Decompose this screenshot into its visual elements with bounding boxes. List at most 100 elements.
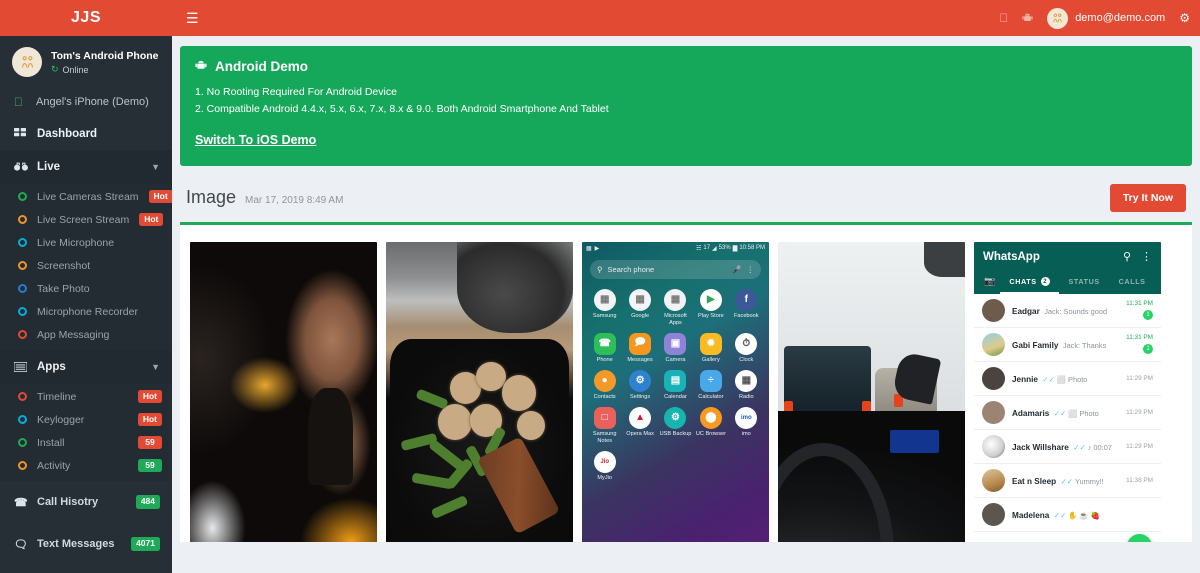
- tab-calls[interactable]: CALLS: [1109, 272, 1155, 294]
- android-app-messages[interactable]: 🗩 Messages: [624, 332, 657, 364]
- sidebar-item-apps[interactable]: Apps ▼: [0, 350, 172, 383]
- misc-indicator: 17: [703, 245, 711, 252]
- chat-time: 11:38 PM: [1126, 476, 1153, 484]
- sidebar-item-app-messaging[interactable]: App Messaging: [0, 323, 172, 346]
- sidebar-item-activity[interactable]: Activity 59: [0, 454, 172, 477]
- gears-icon[interactable]: ⚙: [1179, 11, 1190, 25]
- user-menu[interactable]: demo@demo.com: [1047, 7, 1165, 29]
- chat-preview: ✓✓ Yummy!!: [1060, 477, 1104, 487]
- sidebar-item-screenshot[interactable]: Screenshot: [0, 254, 172, 277]
- try-it-now-button[interactable]: Try It Now: [1109, 183, 1186, 212]
- sidebar-item-device-iphone[interactable]:  Angel's iPhone (Demo): [0, 88, 172, 117]
- app-label: MyJio: [597, 474, 612, 481]
- android-app-contacts[interactable]: ● Contacts: [588, 369, 621, 401]
- android-icon[interactable]: [1022, 12, 1033, 25]
- android-app-play-store[interactable]: ▶ Play Store: [694, 288, 727, 327]
- android-app-google[interactable]: ▦ Google: [624, 288, 657, 327]
- switch-to-ios-demo-link[interactable]: Switch To iOS Demo: [195, 133, 316, 147]
- samsung-icon: ▦: [593, 288, 616, 311]
- image-gallery-panel: ▦ ▶ ☵ 17 ◢ 53% ▇ 10:58 PM ⚲ Search phone…: [180, 221, 1192, 542]
- app-label: Opera Max: [626, 430, 654, 437]
- dashboard-grid-icon: [14, 127, 28, 140]
- android-app-microsoft[interactable]: ▦ Microsoft Apps: [659, 288, 692, 327]
- status-badge: 59: [138, 458, 162, 473]
- tab-chats[interactable]: CHATS 2: [1000, 272, 1060, 294]
- android-app-clock[interactable]: ⏱ Clock: [730, 332, 763, 364]
- android-app-calendar[interactable]: ▤ Calendar: [659, 369, 692, 401]
- android-app-opera-max[interactable]: ▲ Opera Max: [624, 406, 657, 445]
- chat-list-item[interactable]: Eat n Sleep ✓✓ Yummy!! 11:38 PM: [974, 464, 1161, 498]
- chat-list-item[interactable]: Adamaris ✓✓ ⬜ Photo 11:29 PM: [974, 396, 1161, 430]
- whatsapp-tabs: 📷 CHATS 2 STATUS CALLS: [974, 271, 1161, 294]
- status-ring-icon: [18, 392, 27, 401]
- sidebar-item-text-messages[interactable]: 🗨 Text Messages 4071: [0, 523, 172, 565]
- play-store-icon: ▶: [699, 288, 722, 311]
- android-app-facebook[interactable]: f Facebook: [730, 288, 763, 327]
- overflow-menu-icon[interactable]: ⋮: [1141, 250, 1152, 263]
- sidebar-item-label: Apps: [37, 360, 66, 373]
- android-demo-banner: Android Demo 1. No Rooting Required For …: [180, 46, 1192, 166]
- whatsapp-header: WhatsApp ⚲ ⋮: [974, 241, 1161, 272]
- clock-icon: ⏱: [735, 332, 758, 355]
- sidebar-item-location-history[interactable]: 📍 Location History 145: [0, 565, 172, 573]
- android-app-uc-browser[interactable]: ⬤ UC Browser: [694, 406, 727, 445]
- sidebar-item-dashboard[interactable]: Dashboard: [0, 117, 172, 150]
- android-app-samsung-notes[interactable]: □ Samsung Notes: [588, 406, 621, 445]
- app-label: Settings: [629, 393, 651, 400]
- android-app-myjio[interactable]: Jio MyJio: [588, 450, 621, 482]
- sidebar-item-live[interactable]: Live ▼: [0, 150, 172, 183]
- sidebar-profile[interactable]: Tom's Android Phone ↻ Online: [0, 36, 172, 88]
- apple-icon[interactable]: : [999, 12, 1008, 24]
- search-icon[interactable]: ⚲: [1123, 250, 1131, 263]
- sidebar-item-label: App Messaging: [37, 328, 110, 341]
- status-ring-icon: [18, 330, 27, 339]
- chat-list-item[interactable]: Jennie ✓✓ ⬜ Photo 11:29 PM: [974, 362, 1161, 396]
- sidebar-item-take-photo[interactable]: Take Photo: [0, 277, 172, 300]
- gallery-thumb-night-party[interactable]: [190, 241, 377, 542]
- overflow-menu-icon[interactable]: ⋮: [747, 265, 755, 274]
- chat-list-item[interactable]: Madelena ✓✓ ✋ ☕ 🍓: [974, 498, 1161, 532]
- sidebar-item-live-screen-stream[interactable]: Live Screen Stream Hot: [0, 208, 172, 231]
- gallery-icon: ✹: [699, 332, 722, 355]
- microphone-icon[interactable]: 🎤: [732, 265, 741, 274]
- hamburger-icon[interactable]: ☰: [182, 9, 203, 27]
- phone-icon: ☎: [14, 496, 28, 509]
- android-app-radio[interactable]: ▦ Radio: [730, 369, 763, 401]
- tab-camera[interactable]: 📷: [980, 272, 1000, 294]
- app-label: UC Browser: [695, 430, 726, 437]
- android-app-gallery[interactable]: ✹ Gallery: [694, 332, 727, 364]
- usb-backup-icon: ⚙: [664, 406, 687, 429]
- sidebar-item-keylogger[interactable]: Keylogger Hot: [0, 408, 172, 431]
- sidebar-item-live-microphone[interactable]: Live Microphone: [0, 231, 172, 254]
- chat-list-item[interactable]: Jack Willshare ✓✓ ♪ 00:07 11:29 PM: [974, 430, 1161, 464]
- gallery-thumb-android-home[interactable]: ▦ ▶ ☵ 17 ◢ 53% ▇ 10:58 PM ⚲ Search phone…: [582, 241, 769, 542]
- android-app-phone[interactable]: ☎ Phone: [588, 332, 621, 364]
- chat-name: Adamaris: [1012, 409, 1050, 419]
- status-badge: 59: [138, 435, 162, 450]
- android-app-calculator[interactable]: ÷ Calculator: [694, 369, 727, 401]
- gallery-thumb-whatsapp[interactable]: WhatsApp ⚲ ⋮ 📷 CHATS 2 STATUS CALLS Eadg…: [974, 241, 1161, 542]
- read-ticks-icon: ✓✓: [1042, 375, 1055, 385]
- sidebar-item-timeline[interactable]: Timeline Hot: [0, 385, 172, 408]
- chat-list-item[interactable]: Gabi Family Jack: Thanks 11:31 PM 1: [974, 328, 1161, 362]
- android-icon: [195, 59, 207, 74]
- brand-logo[interactable]: JJS: [0, 0, 172, 36]
- sidebar-item-microphone-recorder[interactable]: Microphone Recorder: [0, 300, 172, 323]
- chat-list-item[interactable]: Eadgar Jack: Sounds good 11:31 PM 1: [974, 294, 1161, 328]
- app-label: Gallery: [702, 356, 720, 363]
- tab-label: CHATS: [1009, 277, 1037, 287]
- sidebar-item-live-cameras-stream[interactable]: Live Cameras Stream Hot: [0, 185, 172, 208]
- android-app-camera[interactable]: ▣ Camera: [659, 332, 692, 364]
- android-app-usb-backup[interactable]: ⚙ USB Backup: [659, 406, 692, 445]
- sidebar-item-call-history[interactable]: ☎ Call Hisotry 484: [0, 481, 172, 523]
- avatar: [982, 366, 1005, 390]
- tab-status[interactable]: STATUS: [1059, 272, 1109, 294]
- gallery-thumb-car-traffic[interactable]: [778, 241, 965, 542]
- android-search-bar[interactable]: ⚲ Search phone 🎤 ⋮: [590, 259, 761, 279]
- android-app-settings[interactable]: ⚙ Settings: [624, 369, 657, 401]
- sidebar-item-install[interactable]: Install 59: [0, 431, 172, 454]
- android-app-samsung[interactable]: ▦ Samsung: [588, 288, 621, 327]
- android-app-imo[interactable]: imo imo: [730, 406, 763, 445]
- radio-icon: ▦: [735, 369, 758, 392]
- gallery-thumb-food-plate[interactable]: [386, 241, 573, 542]
